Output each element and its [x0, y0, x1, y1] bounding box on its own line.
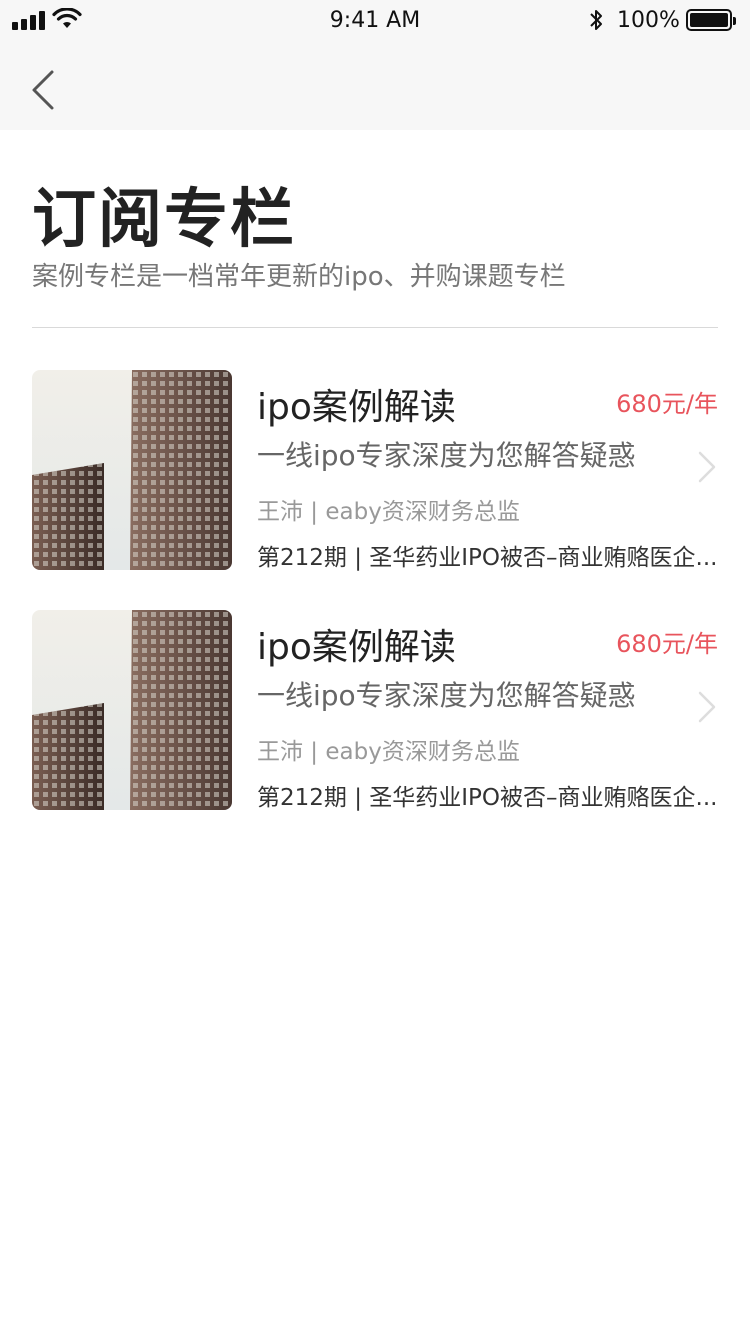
navigation-bar: 9:41 AM 100% — [0, 0, 750, 130]
page-subtitle: 案例专栏是一档常年更新的ipo、并购课题专栏 — [32, 262, 566, 292]
battery-percent: 100% — [617, 8, 680, 33]
divider — [32, 327, 718, 328]
column-card[interactable]: ipo案例解读 680元/年 一线ipo专家深度为您解答疑惑 王沛 | eaby… — [32, 610, 732, 811]
page-title: 订阅专栏 — [32, 183, 296, 257]
battery-icon — [686, 9, 736, 31]
back-button[interactable] — [26, 66, 66, 114]
column-description: 一线ipo专家深度为您解答疑惑 — [257, 679, 636, 712]
column-thumbnail — [32, 610, 232, 810]
column-price: 680元/年 — [616, 630, 718, 658]
chevron-right-icon — [698, 451, 716, 483]
column-price: 680元/年 — [616, 390, 718, 418]
column-description: 一线ipo专家深度为您解答疑惑 — [257, 439, 636, 472]
bluetooth-icon — [590, 10, 602, 30]
column-latest-issue: 第212期 | 圣华药业IPO被否–商业贿赂医企... — [257, 785, 718, 811]
status-bar: 9:41 AM 100% — [0, 0, 750, 44]
column-card[interactable]: ipo案例解读 680元/年 一线ipo专家深度为您解答疑惑 王沛 | eaby… — [32, 370, 732, 571]
column-title: ipo案例解读 — [257, 387, 456, 428]
column-author: 王沛 | eaby资深财务总监 — [257, 739, 520, 765]
chevron-right-icon — [698, 691, 716, 723]
column-latest-issue: 第212期 | 圣华药业IPO被否–商业贿赂医企... — [257, 545, 718, 571]
column-thumbnail — [32, 370, 232, 570]
column-title: ipo案例解读 — [257, 627, 456, 668]
column-author: 王沛 | eaby资深财务总监 — [257, 499, 520, 525]
